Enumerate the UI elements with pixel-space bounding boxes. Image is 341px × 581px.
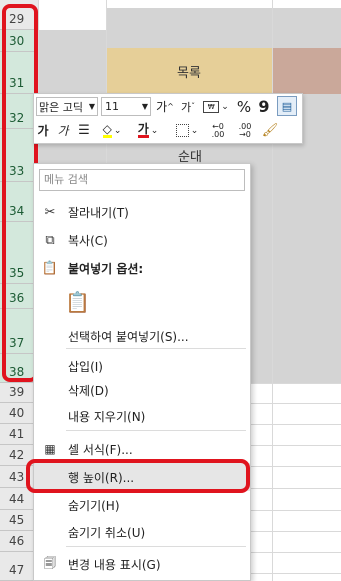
comma-style-button[interactable]: 9 [255,97,273,116]
italic-button[interactable]: 가 [56,121,70,140]
menu-item-label: 복사(C) [68,233,108,248]
menu-item-unhide[interactable]: 숨기기 취소(U) [34,518,250,546]
decrease-decimal-icon: →0 [239,129,251,139]
fill-color-button[interactable]: ◇ ⌄ [97,121,127,140]
menu-item-label: 잘라내기(T) [68,205,129,220]
grow-font-button[interactable]: 가 ^ [154,97,176,116]
borders-icon [175,124,189,137]
menu-search-input[interactable]: 메뉴 검색 [39,169,245,191]
align-center-icon: ☰ [78,123,90,138]
menu-item-label: 선택하여 붙여넣기(S)... [68,329,189,344]
grow-font-label: 가 [156,100,168,114]
menu-item-copy[interactable]: ⧉ 복사(C) [34,226,250,254]
align-center-button[interactable]: ☰ [76,121,92,140]
menu-item-cut[interactable]: ✂ 잘라내기(T) [34,198,250,226]
menu-separator [66,430,246,431]
column-line [272,0,273,581]
chevron-down-icon: ▼ [141,102,148,111]
paint-bucket-icon: ◇ [102,122,112,138]
menu-separator [66,546,246,547]
row-height-highlight [26,459,250,493]
menu-item-label: 삭제(D) [68,383,109,398]
shrink-font-button[interactable]: 가ˇ [177,97,199,116]
font-size-select[interactable]: 11 ▼ [101,97,151,116]
wrap-text-button[interactable]: ▤ [277,96,297,116]
mini-toolbar: 맑은 고딕 ▼ 11 ▼ 가 ^ 가ˇ ₩ ⌄ % 9 ▤ 가 가 ☰ ◇ ⌄ 가… [33,93,303,144]
menu-item-label: 삽입(I) [68,359,103,374]
row-29-gray [106,8,341,30]
menu-item-label: 셀 서식(F)... [68,442,133,457]
menu-item-show-changes[interactable]: 🗐 변경 내용 표시(G) [34,550,250,578]
menu-item-label: 내용 지우기(N) [68,409,146,424]
copy-icon: ⧉ [45,232,55,248]
context-menu: 메뉴 검색 ✂ 잘라내기(T) ⧉ 복사(C) 📋 붙여넣기 옵션: 📋 선택하… [33,163,251,581]
header-cell-mokrok: 목록 [106,48,272,94]
decrease-decimal-button[interactable]: .00 →0 [233,121,257,140]
chevron-down-icon: ⌄ [190,125,199,136]
font-size-value: 11 [105,100,119,113]
menu-item-label: 숨기기(H) [68,498,120,513]
chevron-down-icon: ⌄ [113,125,122,136]
menu-item-delete[interactable]: 삭제(D) [34,376,250,404]
scissors-icon: ✂ [44,204,56,220]
menu-item-clear-contents[interactable]: 내용 지우기(N) [34,402,250,430]
percent-style-button[interactable]: % [234,97,254,116]
borders-button[interactable]: ⌄ [171,121,203,140]
menu-item-label: 붙여넣기 옵션: [68,261,144,276]
increase-decimal-label: .00 [211,129,225,139]
menu-item-label: 숨기기 취소(U) [68,525,146,540]
menu-item-hide[interactable]: 숨기기(H) [34,491,250,519]
font-name-value: 맑은 고딕 [39,100,83,114]
chevron-down-icon: ⌄ [221,101,229,112]
chevron-down-icon: ▼ [88,102,95,111]
wrap-text-icon: ▤ [281,99,293,113]
accounting-format-button[interactable]: ₩ ⌄ [200,97,232,116]
header-cell-right [272,48,341,94]
clipboard-icon: 📋 [41,260,59,276]
show-changes-icon: 🗐 [44,555,56,570]
increase-decimal-button[interactable]: ←0 .00 [206,121,230,140]
menu-item-label: 변경 내용 표시(G) [68,557,161,572]
paste-button[interactable]: 📋 [64,284,100,320]
paste-clipboard-icon: 📋 [65,290,90,314]
menu-separator [66,348,246,349]
menu-item-paste-options: 📋 붙여넣기 옵션: [34,254,250,282]
font-color-button[interactable]: 가 ⌄ [133,121,163,140]
paintbrush-icon: 🖌 [261,123,279,138]
accounting-icon: ₩ [203,100,220,113]
format-painter-button[interactable]: 🖌 [260,121,280,140]
menu-item-paste-special[interactable]: 선택하여 붙여넣기(S)... [34,322,250,350]
format-cells-icon: ▦ [44,442,56,456]
font-color-label: 가 [137,122,149,138]
bold-button[interactable]: 가 [36,121,50,140]
chevron-down-icon: ⌄ [150,125,159,136]
shrink-font-label: 가 [180,100,192,114]
font-name-select[interactable]: 맑은 고딕 ▼ [36,97,98,116]
